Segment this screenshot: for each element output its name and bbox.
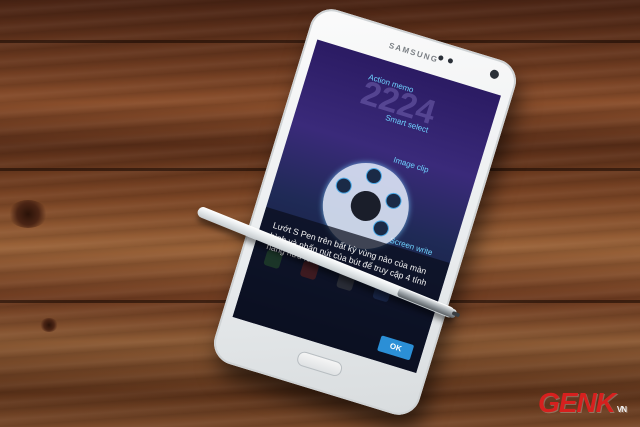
screen-write-icon[interactable] bbox=[370, 218, 391, 239]
memo-icon[interactable] bbox=[333, 175, 354, 196]
watermark-suffix: VN bbox=[616, 405, 627, 414]
home-button[interactable] bbox=[295, 349, 344, 378]
wood-knot bbox=[8, 200, 48, 228]
wood-knot bbox=[40, 318, 58, 332]
photo-scene: SAMSUNG 2224 Action memo Smart select Im… bbox=[0, 0, 640, 427]
ok-button[interactable]: OK bbox=[377, 335, 415, 361]
image-clip-icon[interactable] bbox=[383, 190, 404, 211]
image-clip-item[interactable]: Image clip bbox=[392, 155, 430, 174]
smart-select-icon[interactable] bbox=[363, 166, 384, 187]
s-pen-tip-text: Lướt S Pen trên bất kỳ vùng nào của màn … bbox=[265, 219, 428, 288]
air-command-center[interactable] bbox=[347, 187, 385, 225]
watermark-logo: GENK VN bbox=[537, 387, 627, 419]
watermark-text: GENK bbox=[537, 387, 616, 418]
